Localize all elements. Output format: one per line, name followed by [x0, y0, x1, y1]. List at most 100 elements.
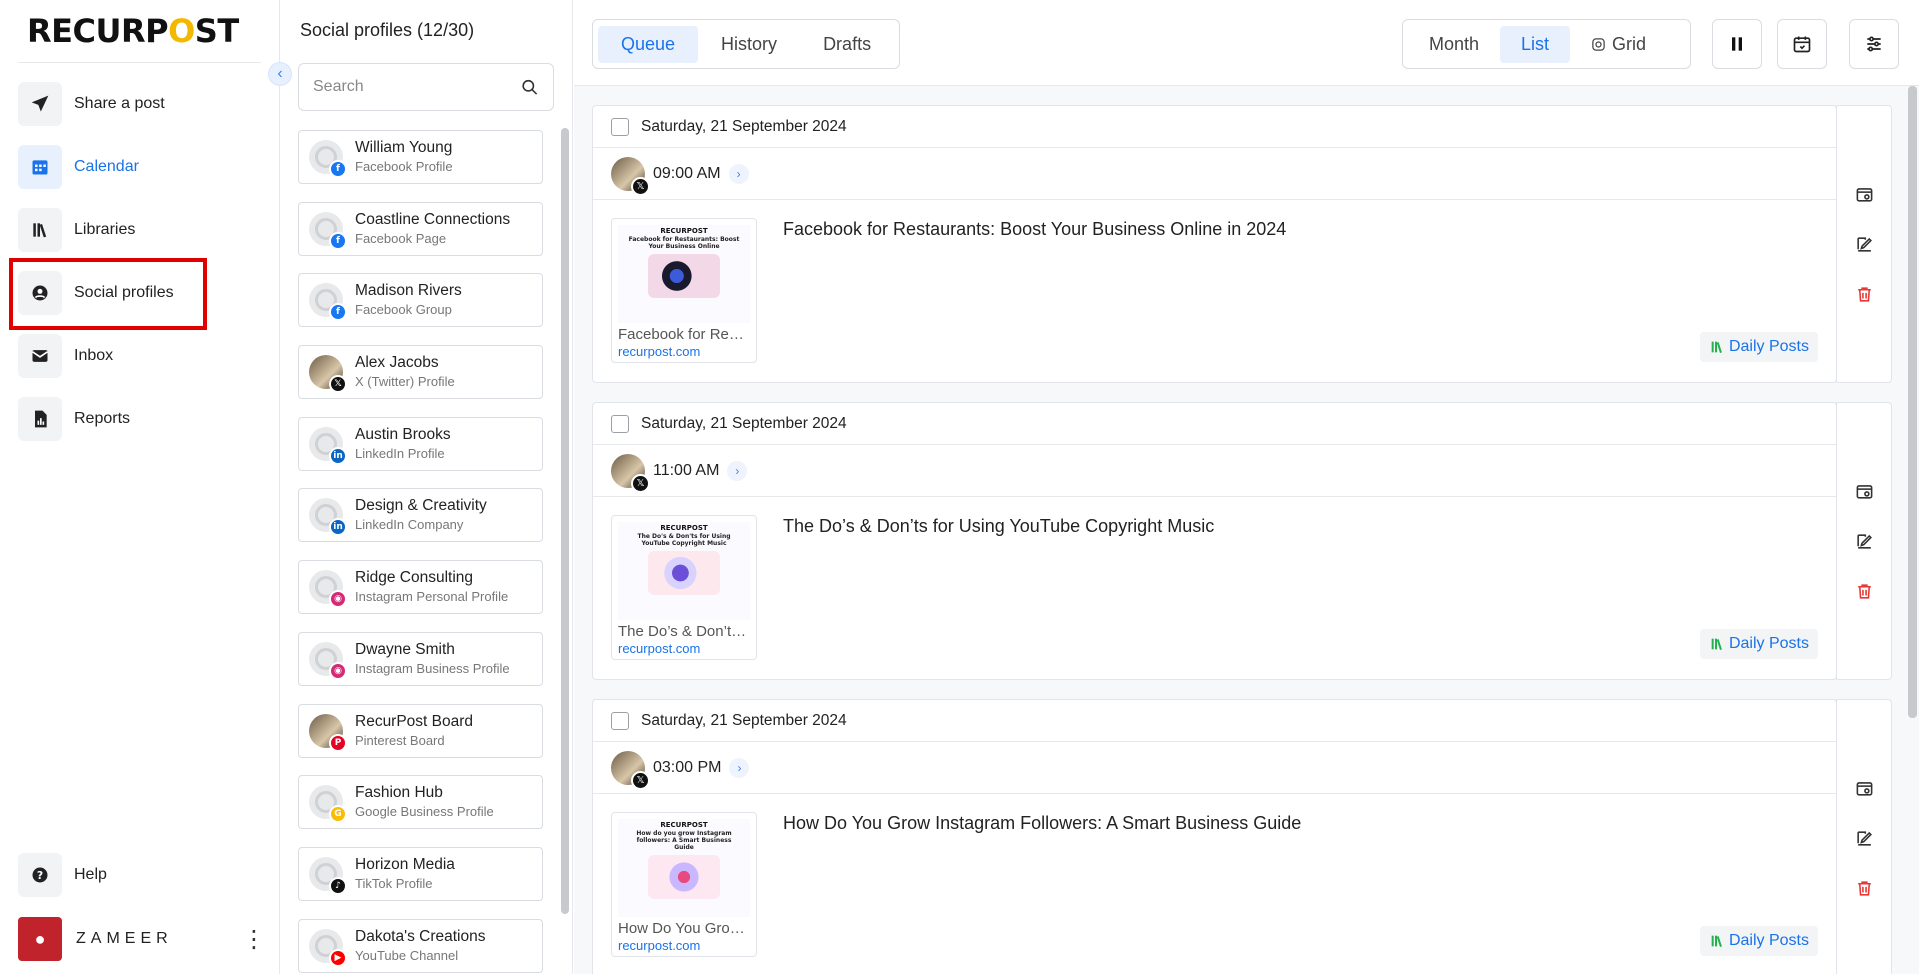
preview-domain[interactable]: recurpost.com [612, 640, 756, 656]
link-preview[interactable]: RECURPOST Facebook for Restaurants: Boos… [611, 218, 757, 363]
profile-card[interactable]: 𝕏 Alex Jacobs X (Twitter) Profile [298, 345, 543, 400]
delete-post-button[interactable] [1846, 276, 1882, 312]
preview-domain[interactable]: recurpost.com [612, 343, 756, 359]
post-time[interactable]: 11:00 AM [653, 462, 719, 480]
preview-image: RECURPOST How do you grow Instagram foll… [618, 819, 750, 917]
calendar-view-icon [1856, 187, 1872, 202]
profile-name: Fashion Hub [355, 784, 443, 802]
tab-history[interactable]: History [698, 26, 800, 63]
profile-card[interactable]: f William Young Facebook Profile [298, 130, 543, 184]
profile-card[interactable]: G Fashion Hub Google Business Profile [298, 775, 543, 830]
preview-image: RECURPOST Facebook for Restaurants: Boos… [618, 225, 750, 323]
facebook-icon: f [329, 231, 347, 250]
post-card[interactable]: Saturday, 21 September 2024 𝕏 11:00 AM ›… [592, 402, 1837, 680]
collapse-sidebar-button[interactable]: ‹ [268, 62, 292, 86]
queued-post: Saturday, 21 September 2024 𝕏 11:00 AM ›… [592, 402, 1900, 680]
profile-type: Google Business Profile [355, 804, 494, 820]
tab-queue[interactable]: Queue [598, 25, 699, 63]
link-preview[interactable]: RECURPOST The Do's & Don'ts for Using Yo… [611, 515, 757, 660]
post-card[interactable]: Saturday, 21 September 2024 𝕏 03:00 PM ›… [592, 699, 1837, 974]
delete-post-button[interactable] [1846, 870, 1882, 906]
profile-card[interactable]: f Madison Rivers Facebook Group [298, 273, 543, 328]
profile-search[interactable] [298, 63, 554, 111]
post-card[interactable]: Saturday, 21 September 2024 𝕏 09:00 AM ›… [592, 105, 1837, 383]
profile-card[interactable]: in Austin Brooks LinkedIn Profile [298, 416, 543, 471]
profile-list-scrollbar[interactable] [561, 128, 569, 914]
preview-caption: Facebook for Restaurants: Boost Your Bus… [618, 326, 756, 343]
linkedin-icon: in [329, 518, 347, 537]
profile-card[interactable]: in Design & Creativity LinkedIn Company [298, 488, 543, 543]
filter-settings-button[interactable] [1849, 19, 1899, 69]
post-time[interactable]: 09:00 AM [653, 165, 721, 183]
chevron-right-icon[interactable]: › [729, 757, 750, 778]
nav-item-reports[interactable]: Reports [18, 396, 258, 442]
profile-name: William Young [355, 139, 453, 156]
post-time[interactable]: 03:00 PM [653, 759, 721, 777]
post-checkbox[interactable] [611, 711, 629, 730]
calendar-export-icon [1793, 36, 1811, 53]
profile-card[interactable]: ◉ Ridge Consulting Instagram Personal Pro… [298, 560, 543, 615]
queue-main: Queue History Drafts Month List Grid Sat… [574, 0, 1919, 974]
edit-icon [1856, 236, 1872, 252]
view-label: List [1521, 33, 1550, 54]
calendar-share-button[interactable] [1777, 19, 1827, 69]
calendar-view-icon [1856, 781, 1872, 796]
search-input[interactable] [313, 78, 520, 96]
avatar: f [309, 140, 347, 178]
recurpost-logo[interactable]: RECURPOST [27, 12, 239, 50]
edit-post-button[interactable] [1846, 523, 1882, 559]
library-name: Daily Posts [1728, 932, 1809, 949]
facebook-icon: f [329, 160, 347, 178]
post-checkbox[interactable] [611, 414, 629, 433]
pause-queue-button[interactable] [1712, 19, 1762, 69]
link-preview[interactable]: RECURPOST How do you grow Instagram foll… [611, 812, 757, 957]
view-grid[interactable]: Grid [1570, 26, 1667, 63]
preview-post-button[interactable] [1846, 473, 1882, 509]
chevron-right-icon[interactable]: › [728, 163, 749, 184]
edit-post-button[interactable] [1846, 820, 1882, 856]
youtube-icon: ▶ [329, 948, 347, 967]
post-queue: Saturday, 21 September 2024 𝕏 09:00 AM ›… [592, 105, 1900, 974]
more-options-icon[interactable]: ⋮ [242, 925, 266, 954]
nav-item-libraries[interactable]: Libraries [18, 207, 258, 253]
thumb-title: Facebook for Restaurants: Boost Your Bus… [628, 236, 740, 250]
search-icon[interactable] [520, 77, 539, 97]
queue-scrollbar[interactable] [1908, 86, 1917, 718]
profile-card[interactable]: f Coastline Connections Facebook Page [298, 201, 543, 256]
nav-label: Reports [74, 410, 131, 427]
edit-post-button[interactable] [1846, 226, 1882, 262]
profile-card[interactable]: ♪ Horizon Media TikTok Profile [298, 846, 543, 901]
nav-item-inbox[interactable]: Inbox [18, 333, 258, 379]
post-checkbox[interactable] [611, 117, 629, 136]
profile-card[interactable]: ▶ Dakota's Creations YouTube Channel [298, 918, 543, 973]
queue-tabs: Queue History Drafts [592, 19, 901, 69]
profile-card[interactable]: P RecurPost Board Pinterest Board [298, 703, 543, 758]
tab-drafts[interactable]: Drafts [800, 26, 894, 63]
pinterest-icon: P [329, 733, 347, 752]
social-profiles-panel: Social profiles (12/30) f William Young F… [281, 0, 573, 974]
chevron-left-icon: ‹ [277, 65, 283, 82]
view-list[interactable]: List [1500, 25, 1571, 63]
svg-text:?: ? [37, 869, 43, 882]
profile-name: Ridge Consulting [355, 569, 474, 587]
preview-post-button[interactable] [1846, 176, 1882, 212]
user-menu[interactable]: ● ZAMEER ⋮ [18, 917, 266, 961]
profile-type: Pinterest Board [355, 732, 445, 748]
thumb-brand: RECURPOST [660, 524, 708, 532]
nav-item-calendar[interactable]: Calendar [18, 144, 258, 190]
post-title: The Do’s & Don’ts for Using YouTube Copy… [783, 516, 1215, 536]
delete-post-button[interactable] [1846, 573, 1882, 609]
preview-domain[interactable]: recurpost.com [612, 937, 756, 953]
profile-card[interactable]: ◉ Dwayne Smith Instagram Business Profile [298, 631, 543, 686]
preview-post-button[interactable] [1846, 770, 1882, 806]
library-badge[interactable]: Daily Posts [1699, 629, 1818, 659]
nav-item-share-a-post[interactable]: Share a post [18, 81, 258, 127]
library-name: Daily Posts [1728, 635, 1809, 652]
library-badge[interactable]: Daily Posts [1699, 332, 1818, 362]
chevron-right-icon[interactable]: › [727, 460, 748, 481]
view-month[interactable]: Month [1408, 26, 1500, 63]
nav-item-help[interactable]: ? Help [18, 852, 258, 898]
avatar: in [309, 426, 347, 465]
library-badge[interactable]: Daily Posts [1699, 926, 1818, 956]
profile-type: X (Twitter) Profile [355, 374, 455, 390]
